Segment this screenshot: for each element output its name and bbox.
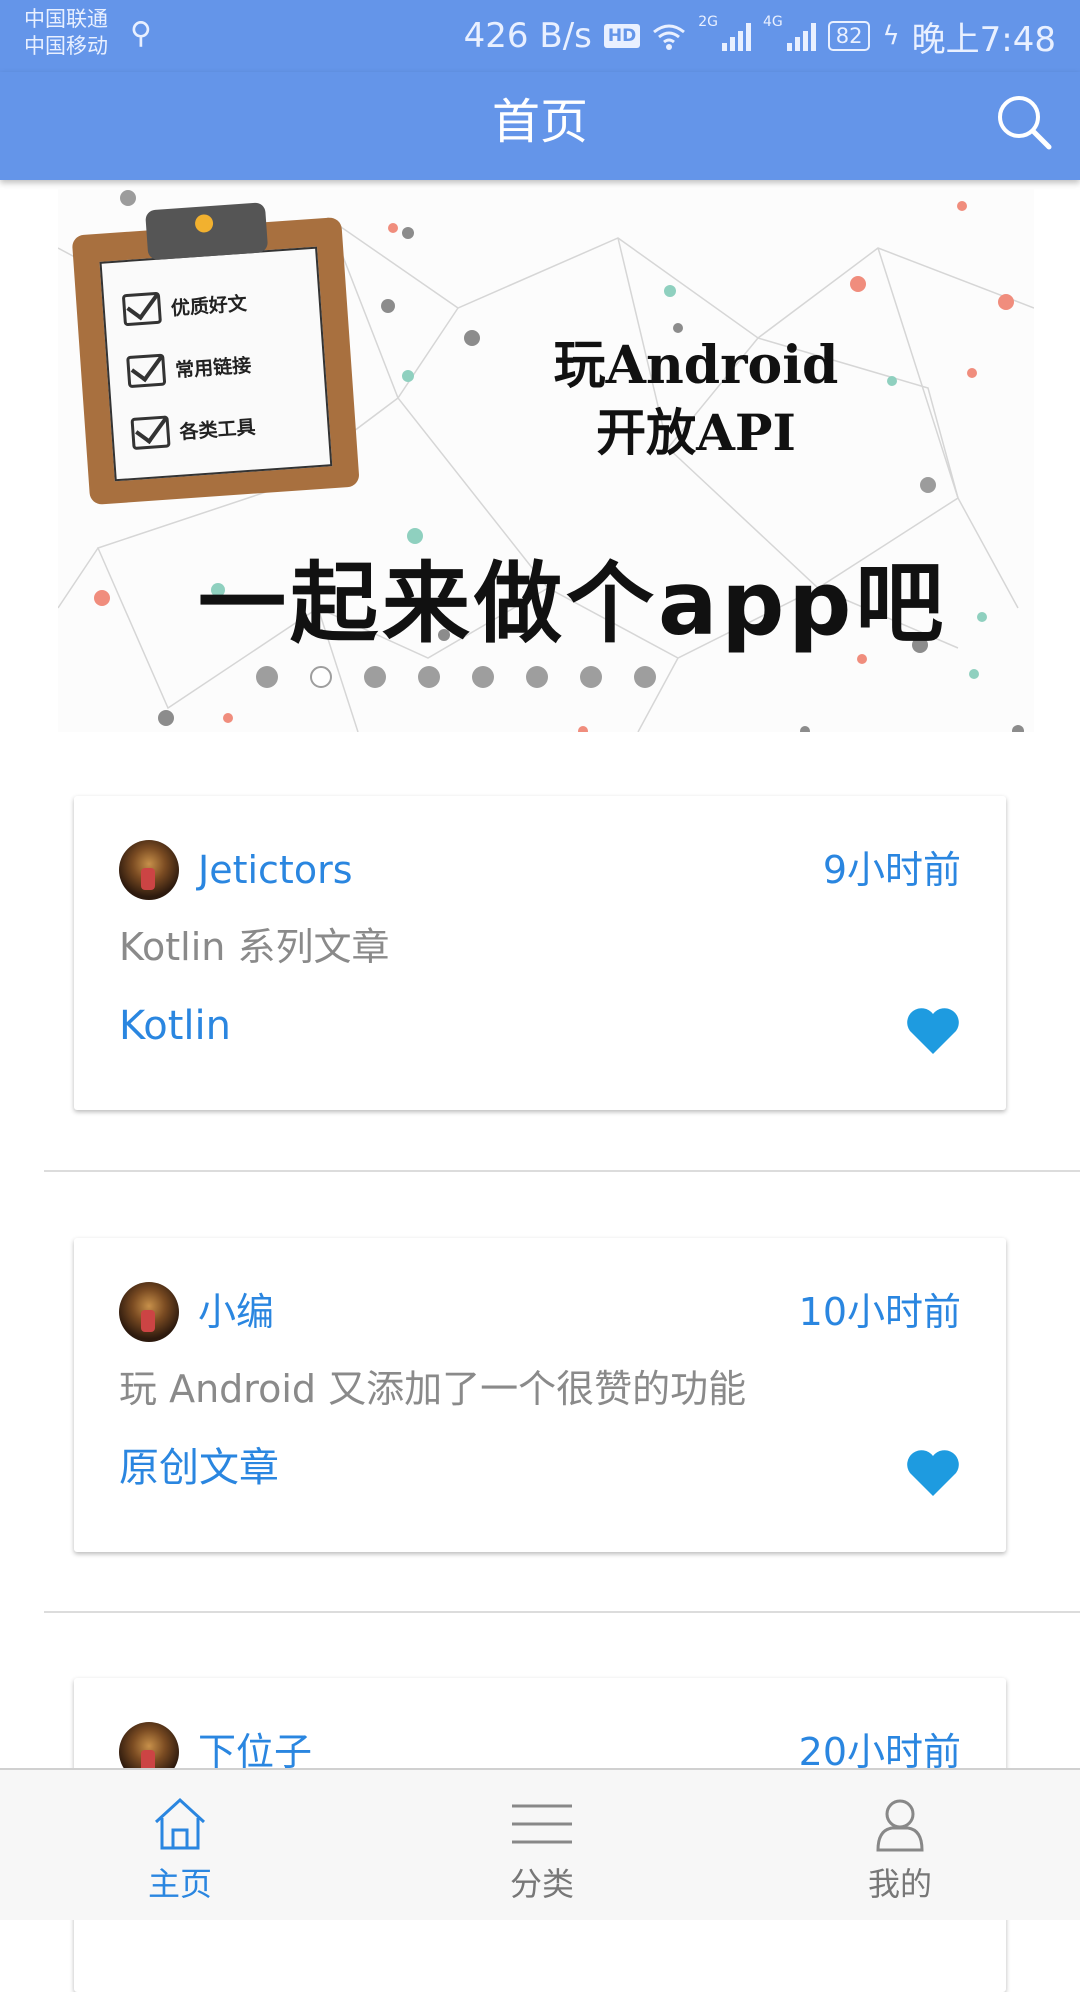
- article-tag[interactable]: Kotlin: [119, 996, 231, 1056]
- nav-label: 我的: [867, 1865, 932, 1903]
- signal-icon-1: [721, 21, 751, 51]
- nav-label: 分类: [509, 1865, 574, 1903]
- article-card[interactable]: 小编 10小时前 玩 Android 又添加了一个很赞的功能 原创文章: [74, 1238, 1006, 1552]
- article-title[interactable]: Kotlin 系列文章: [119, 920, 389, 974]
- avatar[interactable]: [119, 840, 179, 900]
- carousel-dot[interactable]: [256, 666, 278, 688]
- home-icon: [154, 1797, 206, 1850]
- nav-item-home[interactable]: 主页: [80, 1770, 280, 1922]
- network-type-1: 2G: [698, 14, 718, 30]
- article-author[interactable]: Jetictors: [198, 840, 353, 900]
- banner-slogan: 一起来做个app吧: [198, 552, 948, 655]
- carousel-dot[interactable]: [364, 666, 386, 688]
- carousel-dot[interactable]: [310, 666, 332, 688]
- divider: [44, 1170, 1080, 1172]
- status-bar: 中国联通 中国移动 ⚲ 426 B/s HD 2G 4G 82 ϟ 晚上7:48: [0, 0, 1080, 72]
- app-bar: 首页: [0, 72, 1080, 180]
- checkbox-icon: [121, 291, 162, 327]
- avatar[interactable]: [119, 1282, 179, 1342]
- article-card[interactable]: Jetictors 9小时前 Kotlin 系列文章 Kotlin: [74, 796, 1006, 1110]
- menu-icon: [512, 1804, 572, 1844]
- banner-subtitle: 开放API: [596, 403, 796, 462]
- carousel-dot[interactable]: [472, 666, 494, 688]
- nav-item-category[interactable]: 分类: [442, 1770, 642, 1922]
- search-button[interactable]: [992, 90, 1056, 154]
- person-icon: [876, 1799, 924, 1852]
- hd-icon: HD: [603, 24, 641, 48]
- network-speed: 426 B/s: [463, 16, 592, 56]
- divider: [44, 1611, 1080, 1613]
- heart-icon[interactable]: [905, 1006, 961, 1056]
- carousel-dot[interactable]: [634, 666, 656, 688]
- usb-icon: ⚲: [130, 16, 152, 51]
- article-tag[interactable]: 原创文章: [119, 1438, 279, 1498]
- battery-icon: 82: [827, 21, 871, 51]
- article-author[interactable]: 小编: [198, 1282, 274, 1342]
- carrier-2: 中国移动: [24, 34, 108, 58]
- bottom-navigation: 主页 分类 我的: [0, 1768, 1080, 1920]
- network-type-2: 4G: [762, 14, 783, 30]
- nav-item-me[interactable]: 我的: [800, 1770, 1000, 1922]
- heart-icon[interactable]: [905, 1448, 961, 1498]
- clock: 晚上7:48: [911, 19, 1056, 60]
- page-title: 首页: [491, 94, 588, 150]
- banner-carousel[interactable]: 优质好文 常用链接 各类工具 玩Android 开放API 一起来做个app吧: [58, 188, 1034, 732]
- clipboard-item-label: 优质好文: [170, 292, 248, 320]
- banner-title: 玩Android: [553, 335, 839, 396]
- article-title[interactable]: 玩 Android 又添加了一个很赞的功能: [119, 1362, 746, 1416]
- carousel-indicator[interactable]: [58, 666, 1034, 688]
- carrier-1: 中国联通: [24, 7, 108, 31]
- status-right: 426 B/s HD 2G 4G 82 ϟ 晚上7:48: [463, 14, 1056, 60]
- search-icon: [998, 96, 1052, 150]
- carrier-info: 中国联通 中国移动: [24, 6, 108, 60]
- signal-icon-2: [786, 21, 816, 51]
- wifi-icon: [653, 24, 686, 50]
- nav-label: 主页: [147, 1865, 212, 1903]
- article-time: 9小时前: [822, 848, 961, 892]
- carousel-dot[interactable]: [580, 666, 602, 688]
- carousel-dot[interactable]: [526, 666, 548, 688]
- charging-icon: ϟ: [882, 21, 900, 51]
- article-time: 10小时前: [798, 1290, 961, 1334]
- carousel-dot[interactable]: [418, 666, 440, 688]
